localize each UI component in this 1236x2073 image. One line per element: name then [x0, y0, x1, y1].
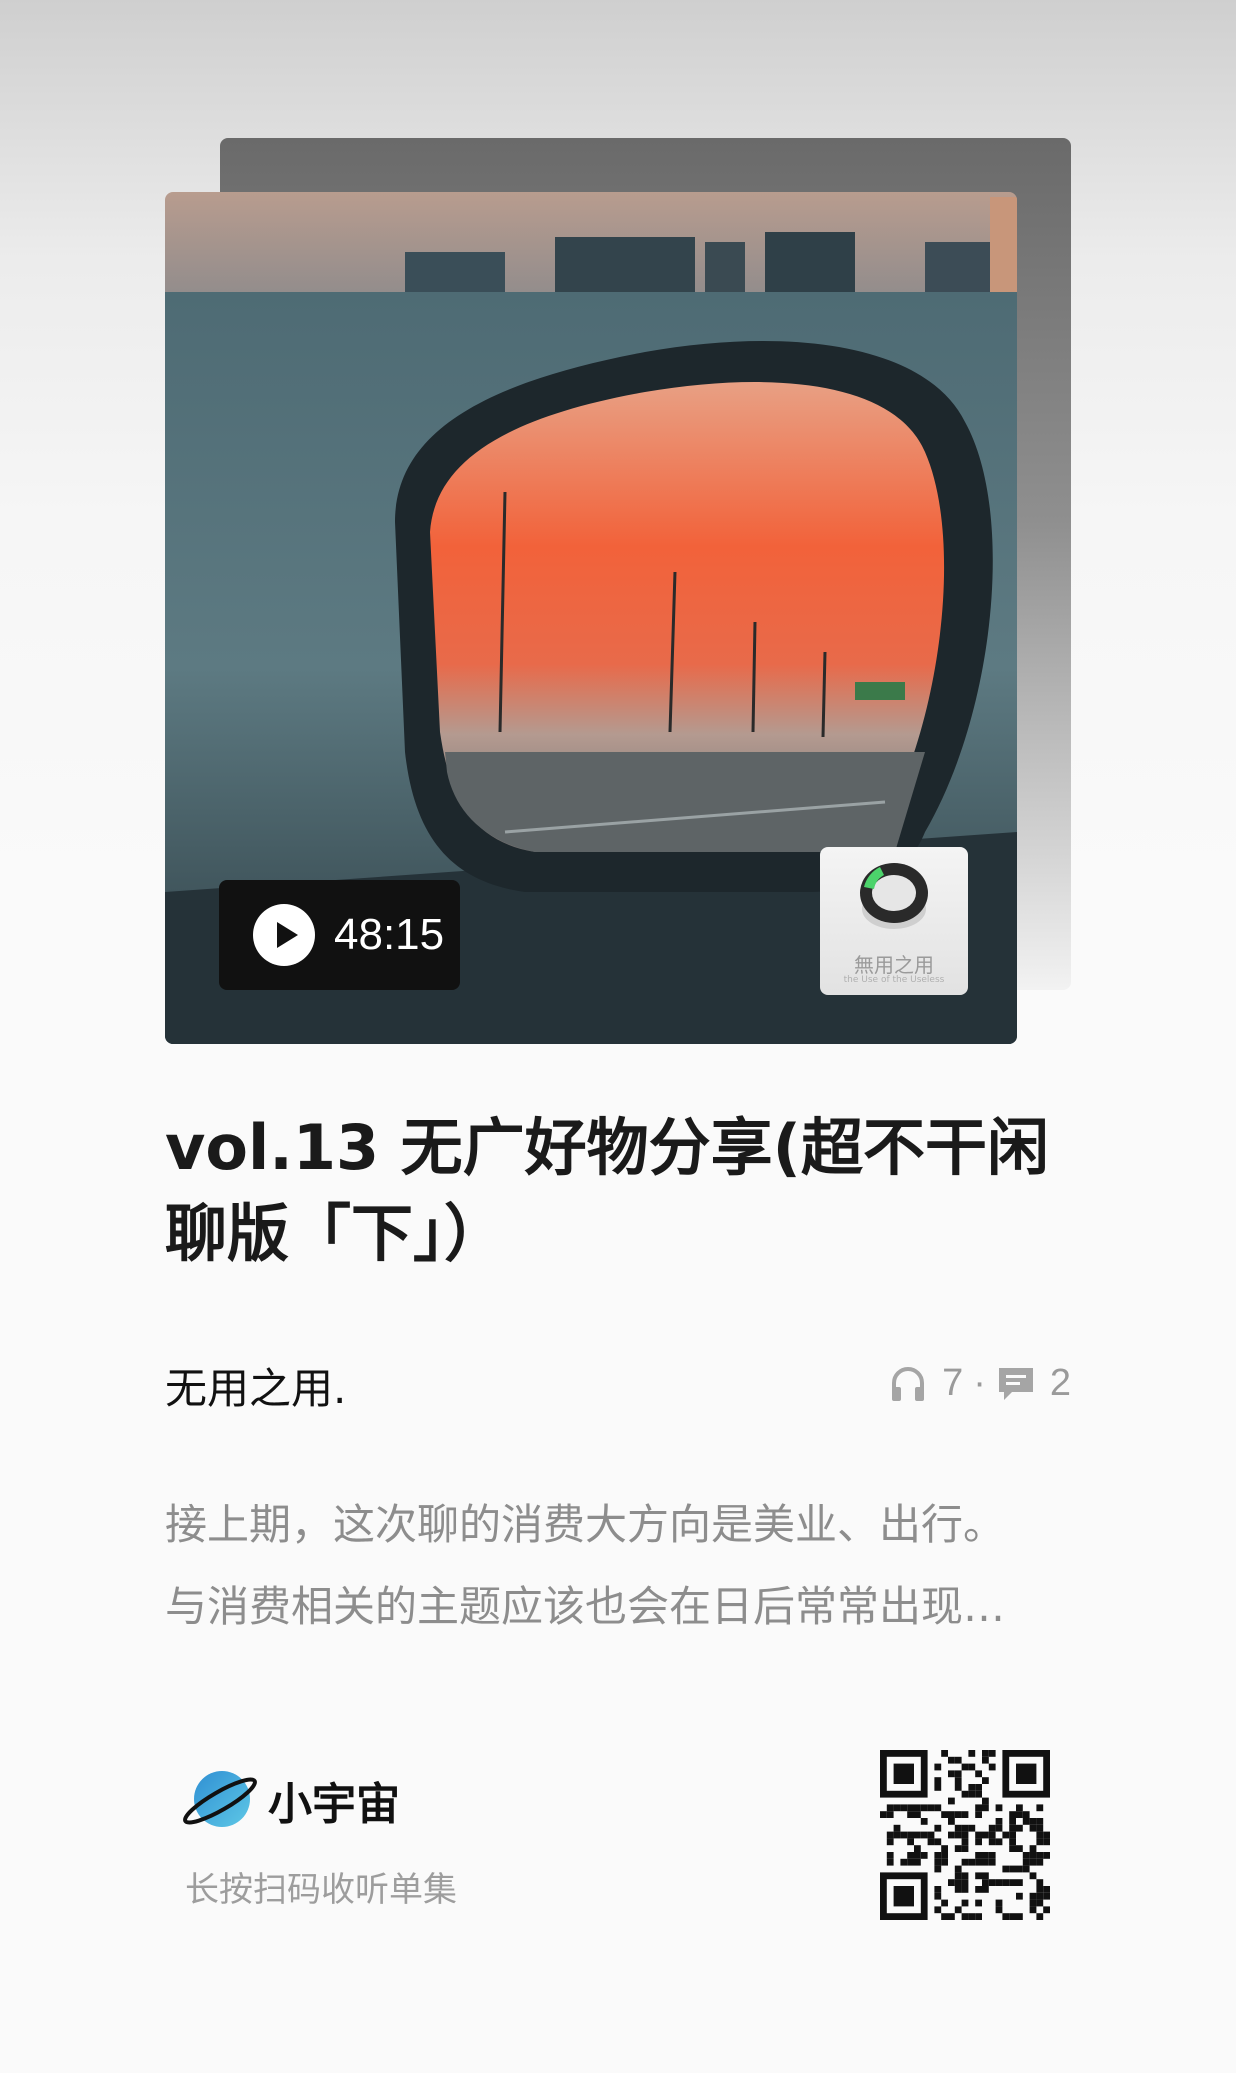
description-line-2: 与消费相关的主题应该也会在日后常常出现…	[165, 1582, 1006, 1631]
listen-count: 7	[942, 1361, 964, 1404]
logo-text-en: the Use of the Useless	[843, 975, 945, 985]
planet-logo-icon	[183, 1771, 257, 1827]
episode-description: 接上期，这次聊的消费大方向是美业、出行。 与消费相关的主题应该也会在日后常常出现…	[165, 1484, 1075, 1648]
episode-title: vol.13 无广好物分享(超不干闲聊版「下」）	[165, 1111, 1050, 1270]
stats-separator: ·	[973, 1361, 986, 1404]
podcast-name[interactable]: 无用之用.	[165, 1355, 346, 1416]
qr-code-icon[interactable]	[880, 1750, 1050, 1920]
headphones-icon	[892, 1367, 925, 1401]
brand-name: 小宇宙	[268, 1779, 400, 1830]
comment-icon	[998, 1368, 1033, 1400]
description-line-1: 接上期，这次聊的消费大方向是美业、出行。	[165, 1500, 1006, 1549]
duration-text: 48:15	[334, 910, 445, 959]
comment-count: 2	[1049, 1361, 1071, 1404]
brand-logo: 小宇宙	[180, 1765, 400, 1835]
episode-stats: 7 · 2	[888, 1358, 1071, 1408]
podcast-logo-badge: 無用之用 the Use of the Useless	[820, 847, 968, 995]
play-icon	[253, 904, 315, 966]
podcast-logo-icon	[860, 863, 928, 929]
scan-hint: 长按扫码收听单集	[185, 1870, 457, 1910]
play-duration-button[interactable]: 48:15	[219, 880, 460, 990]
logo-text-cn: 無用之用	[854, 953, 934, 977]
